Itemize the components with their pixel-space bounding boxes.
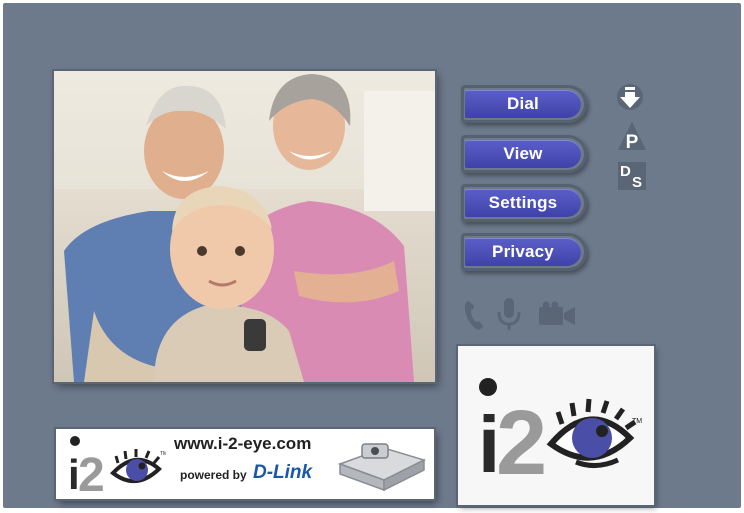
banner-dlink-logo: D-Link (253, 462, 313, 483)
microphone-icon (496, 296, 522, 332)
download-arrow-icon[interactable] (616, 82, 644, 112)
ds-icon[interactable]: D S (618, 162, 646, 191)
device-image (337, 443, 426, 492)
settings-button-label: Settings (465, 189, 581, 217)
p-icon-label: P (626, 132, 639, 151)
banner-logo-tm: TM (160, 451, 166, 457)
view-button[interactable]: View (461, 135, 587, 173)
i2eye-logo-panel: i 2 TM (458, 346, 654, 505)
phone-icon (461, 298, 485, 332)
dial-button-label: Dial (465, 90, 581, 118)
dial-button[interactable]: Dial (461, 85, 587, 123)
logo-digit-2: 2 (496, 392, 547, 494)
promo-banner[interactable]: i 2 TM www.i-2-eye.com powered by D-Link (56, 429, 434, 499)
banner-logo-digit-2: 2 (78, 449, 105, 499)
camera-icon (538, 301, 576, 327)
banner-i2eye-logo: i 2 TM (68, 436, 166, 499)
ds-icon-s: S (632, 174, 642, 190)
banner-url[interactable]: www.i-2-eye.com (174, 434, 311, 454)
eye-icon (546, 398, 637, 468)
banner-powered-by: powered by (180, 468, 247, 482)
ds-icon-d: D (620, 163, 631, 180)
i2eye-logo: i 2 TM (478, 378, 642, 494)
video-feed (54, 71, 435, 382)
app-screen: Dial View Settings Privacy P D S i 2 TM … (3, 3, 741, 508)
view-button-label: View (465, 140, 581, 168)
privacy-button-label: Privacy (465, 238, 581, 266)
logo-tm: TM (632, 418, 642, 425)
privacy-button[interactable]: Privacy (461, 233, 587, 271)
settings-button[interactable]: Settings (461, 184, 587, 222)
p-icon[interactable]: P (617, 121, 647, 153)
